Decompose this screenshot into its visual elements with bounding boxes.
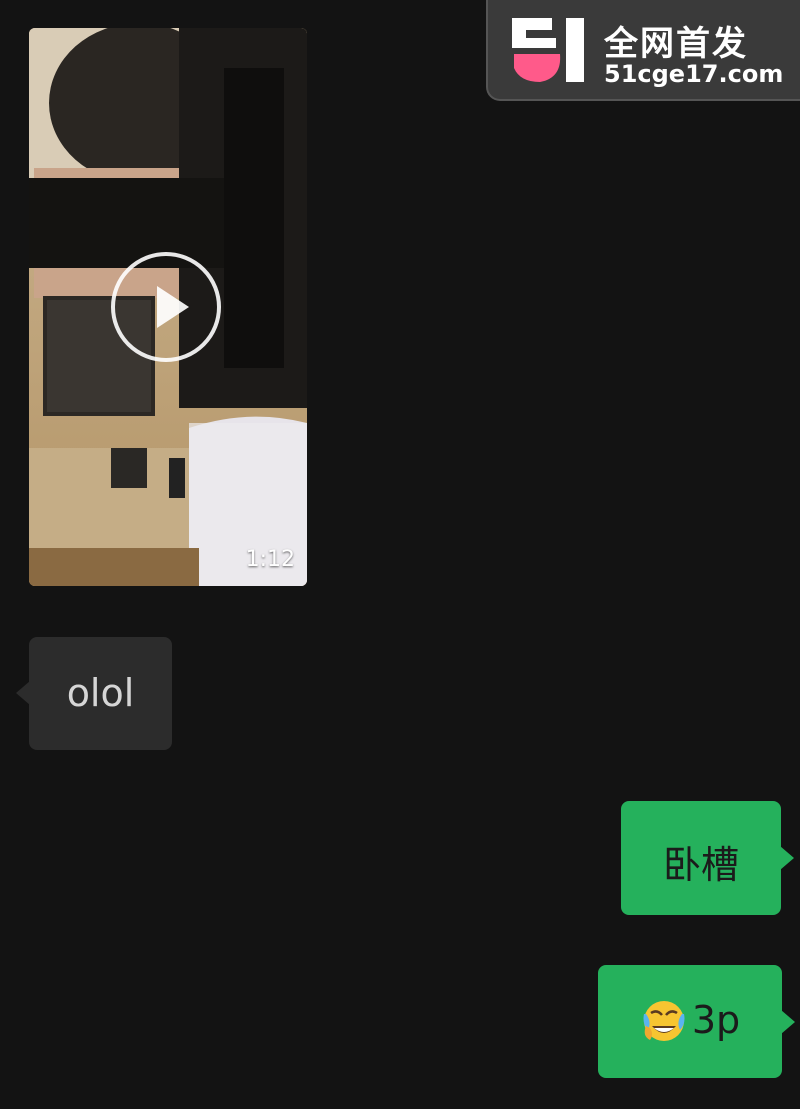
- message-text: olol: [66, 671, 135, 715]
- watermark-domain: 51cge17.com: [604, 60, 784, 88]
- incoming-message-bubble[interactable]: olol: [16, 637, 172, 750]
- message-text: 卧槽: [662, 843, 739, 887]
- watermark-title: 全网首发: [604, 24, 748, 64]
- message-text: 3p: [691, 998, 741, 1042]
- video-duration: 1:12: [245, 547, 295, 572]
- outgoing-message-bubble[interactable]: 卧槽: [621, 801, 794, 915]
- outgoing-message-bubble[interactable]: 3p: [598, 965, 795, 1078]
- 51-logo-icon: [512, 18, 584, 82]
- play-button[interactable]: [111, 252, 221, 362]
- chat-screen: 全网首发 51cge17.com 1:12 olol 卧槽 3p: [0, 0, 800, 1109]
- play-icon: [157, 286, 189, 328]
- video-message[interactable]: 1:12: [29, 28, 307, 586]
- watermark-banner: 全网首发 51cge17.com: [486, 0, 800, 101]
- face-with-tears-of-joy-icon: [643, 1001, 685, 1041]
